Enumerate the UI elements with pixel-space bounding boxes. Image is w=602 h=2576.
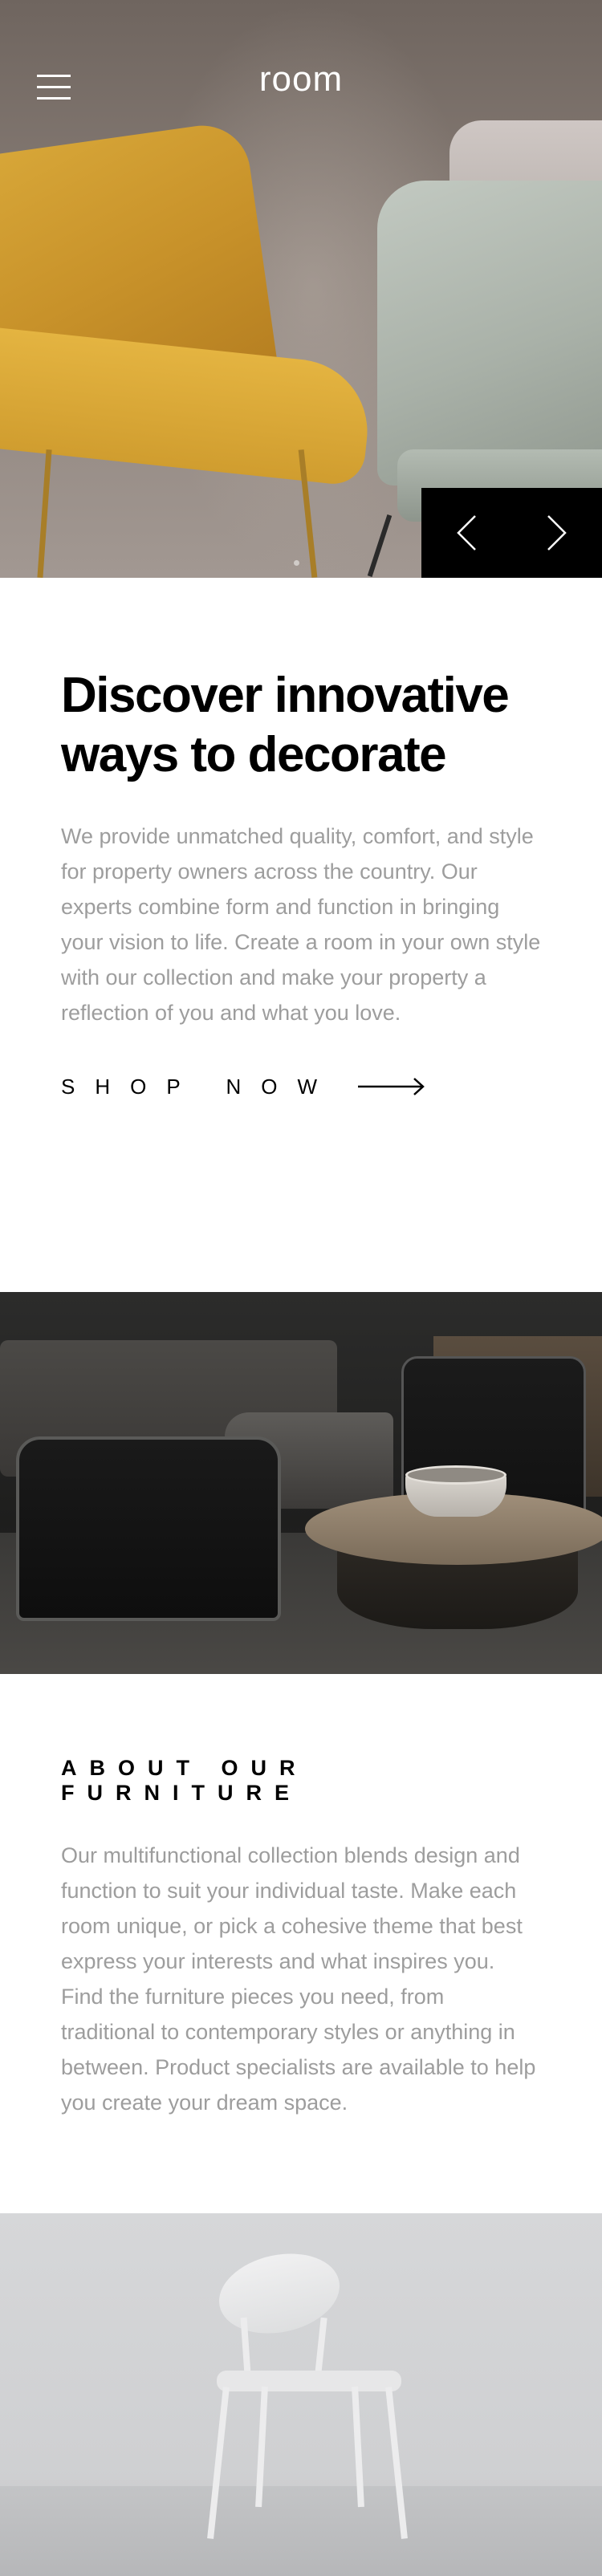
dark-interior-image bbox=[0, 1292, 602, 1674]
about-heading: ABOUT OUR FURNITURE bbox=[61, 1756, 308, 1805]
about-body: Our multifunctional collection blends de… bbox=[61, 1843, 536, 2115]
chair-leg bbox=[37, 449, 52, 578]
discover-section: Discover innovative ways to decorate We … bbox=[0, 578, 602, 1292]
shop-now-link[interactable]: SHOP NOW bbox=[61, 1062, 541, 1111]
white-chair-image bbox=[0, 2213, 602, 2576]
site-header: room bbox=[0, 0, 602, 177]
armchair-front bbox=[16, 1436, 281, 1621]
arrow-right-icon bbox=[357, 1078, 425, 1095]
chair-support bbox=[315, 2317, 327, 2375]
slide-indicator-dot bbox=[294, 560, 299, 566]
hero-section: room bbox=[0, 0, 602, 578]
chevron-left-icon bbox=[457, 515, 477, 551]
grey-chair-back bbox=[377, 181, 602, 486]
site-logo[interactable]: room bbox=[0, 59, 602, 100]
about-section: ABOUT OUR FURNITURE Our multifunctional … bbox=[0, 1674, 602, 2213]
floor-shape bbox=[0, 2486, 602, 2576]
bowl-rim bbox=[405, 1465, 506, 1485]
previous-slide-button[interactable] bbox=[421, 488, 512, 578]
chevron-right-icon bbox=[547, 515, 567, 551]
discover-body: We provide unmatched quality, comfort, a… bbox=[61, 824, 541, 1025]
shop-now-label: SHOP NOW bbox=[61, 1074, 337, 1099]
next-slide-button[interactable] bbox=[512, 488, 602, 578]
white-chair-back bbox=[211, 2243, 348, 2344]
discover-heading: Discover innovative ways to decorate bbox=[61, 668, 510, 782]
slider-nav bbox=[421, 488, 602, 578]
white-chair-seat bbox=[217, 2371, 401, 2391]
